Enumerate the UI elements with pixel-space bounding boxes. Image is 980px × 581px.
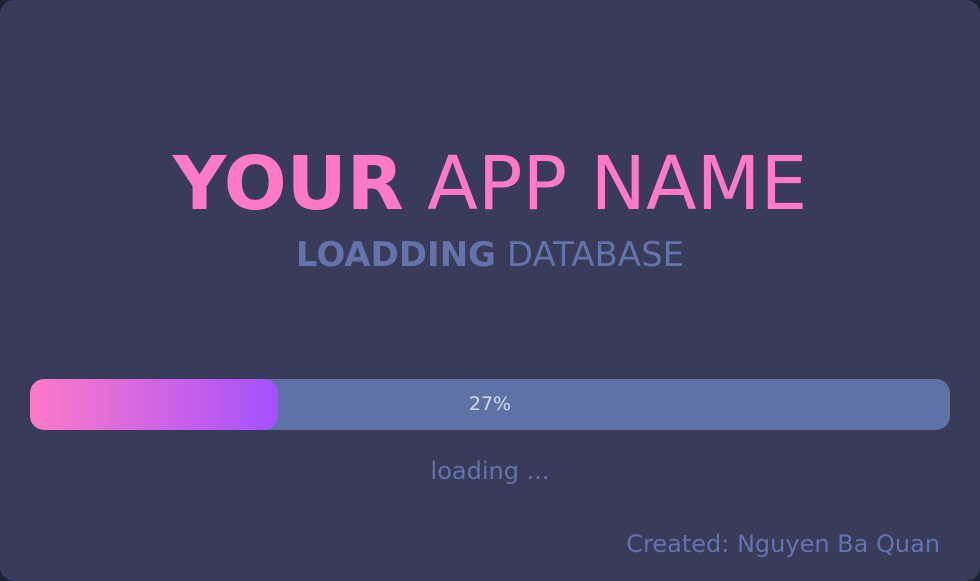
loading-subtitle-light: DATABASE: [506, 235, 685, 275]
app-title: YOUR APP NAME: [0, 136, 980, 232]
loading-subtitle: LOADDING DATABASE: [0, 230, 980, 280]
loading-status: loading ...: [430, 457, 550, 485]
loading-subtitle-bold: LOADDING: [295, 235, 497, 275]
app-title-bold: YOUR: [172, 141, 404, 227]
app-title-light: APP NAME: [427, 141, 808, 227]
creator-credit: Created: Nguyen Ba Quan: [626, 530, 940, 558]
progress-percent: 27%: [468, 393, 512, 415]
progress-bar: 27%: [30, 379, 950, 430]
loading-window: YOUR APP NAME LOADDING DATABASE 27% load…: [0, 0, 980, 581]
